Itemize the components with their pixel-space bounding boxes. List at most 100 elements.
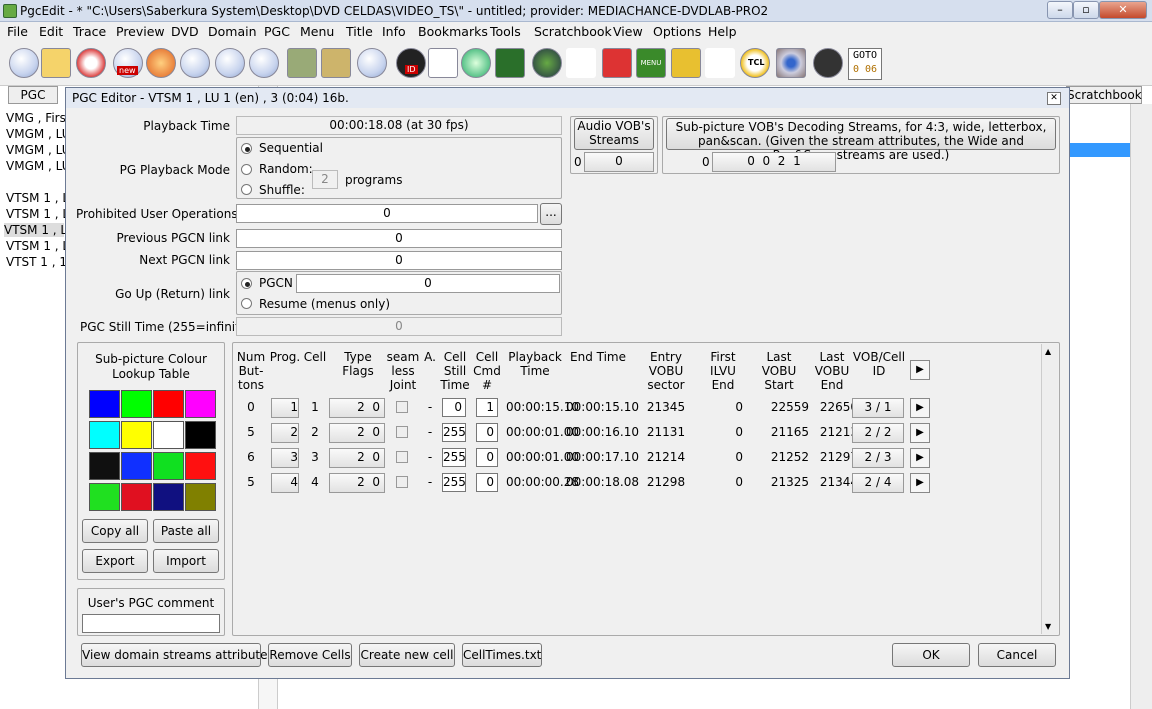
menu-file[interactable]: File (7, 24, 28, 39)
prev-pgcn-field[interactable]: 0 (236, 229, 562, 248)
seamless-checkbox[interactable] (396, 401, 408, 413)
import-button[interactable]: Import (153, 549, 219, 573)
menu-pgc[interactable]: PGC (264, 24, 290, 39)
vob-cell-button[interactable]: 2 / 4 (852, 473, 904, 493)
chain-link-icon[interactable] (671, 48, 701, 78)
comment-input[interactable] (82, 614, 220, 633)
type-flags-button[interactable]: 2 0 (329, 448, 385, 468)
scroll-up-icon[interactable]: ▲ (1045, 347, 1051, 356)
export-button[interactable]: Export (82, 549, 148, 573)
menu-edit[interactable]: Edit (39, 24, 63, 39)
clut-swatch[interactable] (153, 421, 184, 449)
menu-info[interactable]: Info (382, 24, 406, 39)
clut-swatch[interactable] (121, 421, 152, 449)
sequential-radio[interactable] (241, 143, 252, 154)
tcl-icon[interactable]: TCL (740, 48, 770, 78)
audio-stream-value[interactable]: 0 (584, 152, 654, 172)
row-arrow-button[interactable]: ▶ (910, 423, 930, 443)
clut-swatch[interactable] (89, 390, 120, 418)
clut-swatch[interactable] (185, 390, 216, 418)
menu-icon[interactable]: MENU (636, 48, 666, 78)
clut-swatch[interactable] (185, 483, 216, 511)
jump-icon[interactable] (813, 48, 843, 78)
clut-swatch[interactable] (153, 452, 184, 480)
vob-cell-button[interactable]: 2 / 3 (852, 448, 904, 468)
ok-button[interactable]: OK (892, 643, 970, 667)
film-reel-icon[interactable] (532, 48, 562, 78)
eye-icon[interactable] (776, 48, 806, 78)
burn-icon[interactable] (146, 48, 176, 78)
clut-swatch[interactable] (89, 421, 120, 449)
cell-cmd-input[interactable]: 0 (476, 423, 498, 442)
prog-button[interactable]: 2 (271, 423, 299, 443)
row-arrow-button[interactable]: ▶ (910, 473, 930, 493)
shuffle-radio[interactable] (241, 184, 252, 195)
go-up-pgcn-radio[interactable] (241, 278, 252, 289)
prog-button[interactable]: 4 (271, 473, 299, 493)
menu-bookmarks[interactable]: Bookmarks (418, 24, 488, 39)
menu-help[interactable]: Help (708, 24, 737, 39)
copy-all-button[interactable]: Copy all (82, 519, 148, 543)
search-icon[interactable] (180, 48, 210, 78)
tab-pgc[interactable]: PGC (8, 86, 58, 104)
list-item-selected[interactable]: VTSM 1 , LU (4, 223, 75, 237)
minimize-button[interactable]: – (1047, 1, 1073, 19)
still-time-input[interactable]: 255 (442, 473, 466, 492)
menu-menu[interactable]: Menu (300, 24, 334, 39)
maximize-button[interactable]: ▫ (1073, 1, 1099, 19)
menu-trace[interactable]: Trace (73, 24, 106, 39)
random-radio[interactable] (241, 164, 252, 175)
dvd-pair-icon[interactable] (215, 48, 245, 78)
seamless-checkbox[interactable] (396, 426, 408, 438)
close-button[interactable]: ✕ (1099, 1, 1147, 19)
list-item[interactable]: VMGM , LU (6, 127, 71, 141)
dvd-check-icon[interactable] (357, 48, 387, 78)
clut-swatch[interactable] (185, 421, 216, 449)
seamless-checkbox[interactable] (396, 451, 408, 463)
subpic-streams-button[interactable]: Sub-picture VOB's Decoding Streams, for … (666, 118, 1056, 162)
list-item[interactable]: VMGM , LU (6, 143, 71, 157)
document-icon[interactable] (428, 48, 458, 78)
prohibited-field[interactable]: 0 (236, 204, 538, 223)
still-time-input[interactable]: 0 (442, 398, 466, 417)
paste-all-button[interactable]: Paste all (153, 519, 219, 543)
tab-scratchbook[interactable]: Scratchbook (1066, 86, 1142, 104)
id-icon[interactable]: ID (396, 48, 426, 78)
still-time-input[interactable]: 255 (442, 448, 466, 467)
subpic-stream-value[interactable]: 0 0 2 1 (712, 152, 836, 172)
open-folder-icon[interactable] (41, 48, 71, 78)
menu-dvd[interactable]: DVD (171, 24, 199, 39)
vob-cell-button[interactable]: 2 / 2 (852, 423, 904, 443)
menu-view[interactable]: View (613, 24, 643, 39)
row-arrow-button[interactable]: ▶ (910, 398, 930, 418)
dvd-red-arrow-icon[interactable] (249, 48, 279, 78)
reload-icon[interactable] (76, 48, 106, 78)
clut-swatch[interactable] (121, 452, 152, 480)
menu-domain[interactable]: Domain (208, 24, 257, 39)
cell-cmd-input[interactable]: 0 (476, 448, 498, 467)
clut-swatch[interactable] (121, 483, 152, 511)
create-new-cell-button[interactable]: Create new cell (359, 643, 455, 667)
resume-radio[interactable] (241, 298, 252, 309)
audio-streams-button[interactable]: Audio VOB's Streams (574, 118, 654, 150)
cell-cmd-input[interactable]: 1 (476, 398, 498, 417)
list-item[interactable]: VTST 1 , 1 (6, 255, 67, 269)
menu-preview[interactable]: Preview (116, 24, 165, 39)
scrollbar[interactable] (1130, 104, 1152, 709)
play-preview-icon[interactable] (495, 48, 525, 78)
go-up-field[interactable]: 0 (296, 274, 560, 293)
menu-tools[interactable]: Tools (490, 24, 521, 39)
type-flags-button[interactable]: 2 0 (329, 473, 385, 493)
next-pgcn-field[interactable]: 0 (236, 251, 562, 270)
globe-icon[interactable] (461, 48, 491, 78)
menu-options[interactable]: Options (653, 24, 701, 39)
clut-swatch[interactable] (89, 483, 120, 511)
type-flags-button[interactable]: 2 0 (329, 423, 385, 443)
clut-swatch[interactable] (89, 452, 120, 480)
still-time-input[interactable]: 255 (442, 423, 466, 442)
cancel-button[interactable]: Cancel (978, 643, 1056, 667)
menu-title[interactable]: Title (346, 24, 373, 39)
list-icon[interactable] (566, 48, 596, 78)
prohibited-browse-button[interactable]: ... (540, 203, 562, 225)
number-search-icon[interactable] (705, 48, 735, 78)
